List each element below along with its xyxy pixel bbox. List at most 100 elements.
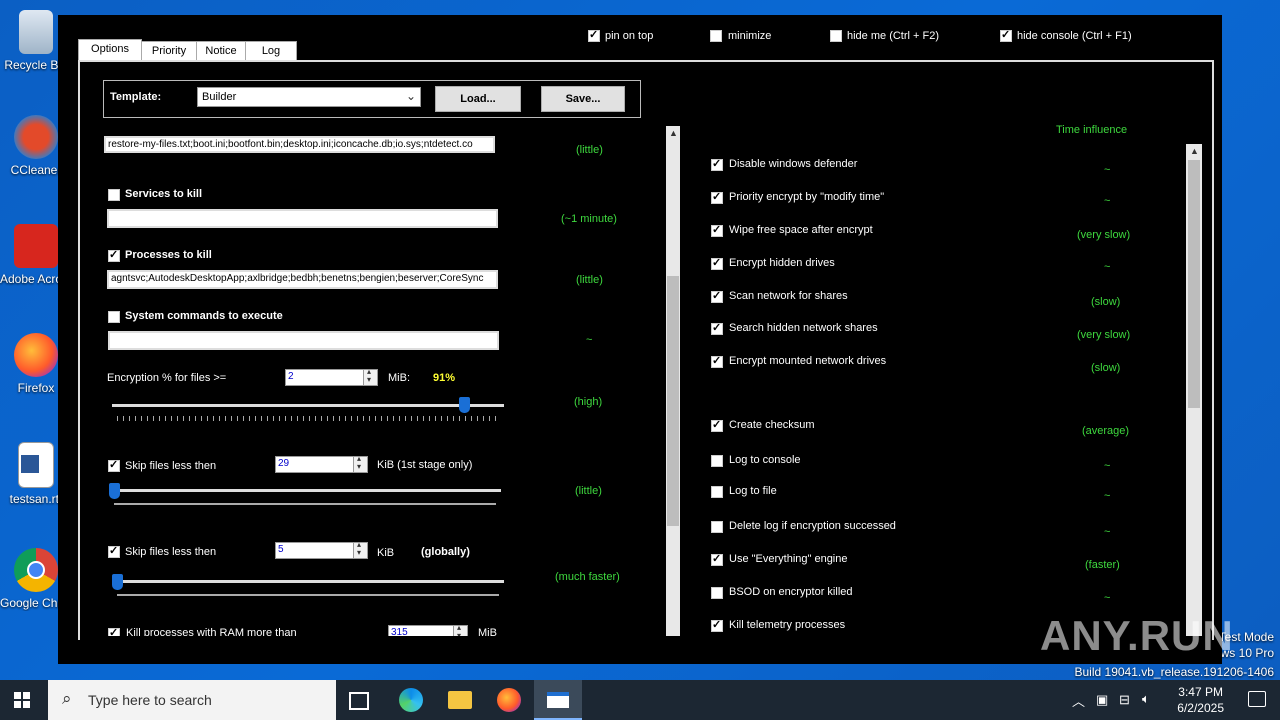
hide-me-checkbox[interactable] bbox=[830, 30, 842, 42]
tab-log[interactable]: Log bbox=[245, 41, 297, 60]
file-explorer-icon[interactable] bbox=[448, 691, 472, 709]
stepper-arrows-icon[interactable] bbox=[353, 454, 367, 472]
processes-to-kill-input[interactable]: agntsvc;AutodeskDesktopApp;axlbridge;bed… bbox=[107, 270, 498, 289]
right-option-checkbox[interactable] bbox=[711, 223, 723, 237]
right-option-influence: ~ bbox=[1104, 526, 1111, 538]
right-option-checkbox[interactable] bbox=[711, 157, 723, 171]
right-scrollbar[interactable]: ▲ bbox=[1186, 144, 1202, 636]
skip-files-stage1-slider-ticks bbox=[114, 503, 496, 505]
recycle-bin-icon bbox=[19, 10, 53, 54]
taskbar-clock[interactable]: 3:47 PM 6/2/2025 bbox=[1177, 684, 1224, 716]
skip-files-global-influence: (much faster) bbox=[555, 571, 620, 583]
right-option-checkbox[interactable] bbox=[711, 618, 723, 632]
right-option-checkbox[interactable] bbox=[711, 521, 723, 533]
right-option-label: Delete log if encryption successed bbox=[729, 520, 896, 532]
template-select[interactable]: Builder ⌄ bbox=[197, 87, 421, 107]
skip-files-global-stepper[interactable]: 5 bbox=[275, 540, 368, 559]
notifications-icon[interactable] bbox=[1248, 691, 1266, 707]
encryption-slider-track[interactable] bbox=[112, 404, 504, 407]
skip-files-stage1-checkbox[interactable] bbox=[108, 458, 120, 472]
excluded-files-influence: (little) bbox=[576, 144, 603, 156]
active-app-taskbar-button[interactable] bbox=[534, 680, 582, 720]
minimize-checkbox[interactable] bbox=[710, 30, 722, 42]
network-icon[interactable]: ⊟ bbox=[1119, 692, 1130, 708]
excluded-files-input[interactable]: restore-my-files.txt;boot.ini;bootfont.b… bbox=[104, 136, 495, 153]
hide-console-checkbox[interactable] bbox=[1000, 28, 1012, 42]
right-option-checkbox[interactable] bbox=[711, 455, 723, 467]
kill-ram-stepper[interactable]: 315 bbox=[388, 623, 468, 636]
firefox-icon bbox=[14, 333, 58, 377]
firefox-taskbar-icon[interactable] bbox=[497, 688, 521, 712]
skip-files-global-slider-track[interactable] bbox=[115, 580, 504, 583]
right-option-label: Log to file bbox=[729, 485, 777, 497]
app-window-icon bbox=[547, 692, 569, 708]
windows-start-icon[interactable] bbox=[14, 692, 30, 708]
skip-files-global-slider-ticks bbox=[117, 594, 499, 596]
skip-files-stage1-slider-thumb[interactable] bbox=[109, 483, 120, 499]
encryption-size-stepper[interactable]: 2 bbox=[285, 367, 378, 386]
stepper-arrows-icon[interactable] bbox=[363, 367, 377, 385]
encryption-slider-ticks bbox=[117, 416, 499, 421]
right-option-checkbox[interactable] bbox=[711, 289, 723, 303]
load-button[interactable]: Load... bbox=[435, 86, 521, 112]
left-scrollbar-thumb[interactable] bbox=[667, 276, 679, 526]
right-option-checkbox[interactable] bbox=[711, 552, 723, 566]
services-to-kill-label: Services to kill bbox=[125, 188, 203, 200]
system-commands-input[interactable] bbox=[108, 331, 499, 350]
build-text: Build 19041.vb_release.191206-1406 bbox=[1074, 665, 1275, 679]
right-option-influence: (faster) bbox=[1085, 559, 1120, 571]
scroll-up-icon[interactable]: ▲ bbox=[669, 128, 678, 138]
right-option-influence: (slow) bbox=[1091, 362, 1121, 374]
skip-files-stage1-label: Skip files less then bbox=[125, 460, 217, 472]
search-icon: ⌕ bbox=[62, 689, 72, 708]
right-option-label: Encrypt mounted network drives bbox=[729, 355, 887, 367]
right-option-influence: (very slow) bbox=[1077, 229, 1131, 241]
chrome-icon bbox=[14, 548, 58, 592]
right-option-influence: (very slow) bbox=[1077, 329, 1131, 341]
encryption-slider-thumb[interactable] bbox=[459, 397, 470, 413]
tab-priority[interactable]: Priority bbox=[141, 41, 197, 60]
hide-console-label: hide console (Ctrl + F1) bbox=[1017, 30, 1132, 42]
right-option-checkbox[interactable] bbox=[711, 354, 723, 368]
processes-to-kill-checkbox[interactable] bbox=[108, 248, 120, 262]
tab-options[interactable]: Options bbox=[78, 39, 142, 60]
task-view-icon[interactable] bbox=[349, 692, 369, 710]
services-to-kill-checkbox[interactable] bbox=[108, 189, 120, 201]
right-option-checkbox[interactable] bbox=[711, 321, 723, 335]
save-button[interactable]: Save... bbox=[541, 86, 625, 112]
right-scrollbar-thumb[interactable] bbox=[1188, 160, 1200, 408]
edge-icon[interactable] bbox=[399, 688, 423, 712]
pin-on-top-checkbox[interactable] bbox=[588, 28, 600, 42]
stepper-arrows-icon[interactable] bbox=[353, 540, 367, 558]
skip-files-global-checkbox[interactable] bbox=[108, 544, 120, 558]
stepper-arrows-icon[interactable] bbox=[453, 623, 467, 636]
right-option-checkbox[interactable] bbox=[711, 587, 723, 599]
skip-files-stage1-slider-track[interactable] bbox=[112, 489, 501, 492]
taskbar: ⌕ Type here to search ︿ ▣ ⊟ 🔈︎ 3:47 PM 6… bbox=[0, 680, 1280, 720]
skip-files-global-slider-thumb[interactable] bbox=[112, 574, 123, 590]
device-icon[interactable]: ▣ bbox=[1096, 692, 1108, 708]
volume-icon[interactable]: 🔈︎ bbox=[1142, 691, 1150, 707]
processes-to-kill-label: Processes to kill bbox=[125, 249, 212, 261]
skip-files-global-label: Skip files less then bbox=[125, 546, 217, 558]
chevron-up-icon[interactable]: ︿ bbox=[1072, 691, 1085, 710]
services-to-kill-input[interactable] bbox=[107, 209, 498, 228]
right-option-checkbox[interactable] bbox=[711, 190, 723, 204]
right-option-checkbox[interactable] bbox=[711, 256, 723, 270]
right-option-checkbox[interactable] bbox=[711, 486, 723, 498]
skip-files-stage1-value: 29 bbox=[278, 458, 290, 469]
right-option-label: Create checksum bbox=[729, 419, 815, 431]
left-scrollbar[interactable]: ▲ bbox=[666, 126, 680, 636]
skip-files-stage1-stepper[interactable]: 29 bbox=[275, 454, 368, 473]
right-option-checkbox[interactable] bbox=[711, 418, 723, 432]
right-option-label: Wipe free space after encrypt bbox=[729, 224, 873, 236]
taskbar-search-box[interactable]: ⌕ Type here to search bbox=[48, 680, 336, 720]
template-label: Template: bbox=[110, 91, 162, 103]
scroll-up-icon[interactable]: ▲ bbox=[1190, 146, 1199, 156]
clock-date: 6/2/2025 bbox=[1177, 701, 1224, 715]
kill-ram-row: Kill processes with RAM more than 315 Mi… bbox=[100, 620, 665, 636]
kill-ram-checkbox[interactable] bbox=[108, 626, 120, 636]
tab-notice[interactable]: Notice bbox=[196, 41, 246, 60]
system-commands-checkbox[interactable] bbox=[108, 311, 120, 323]
skip-files-stage1-unit: KiB (1st stage only) bbox=[377, 459, 473, 471]
